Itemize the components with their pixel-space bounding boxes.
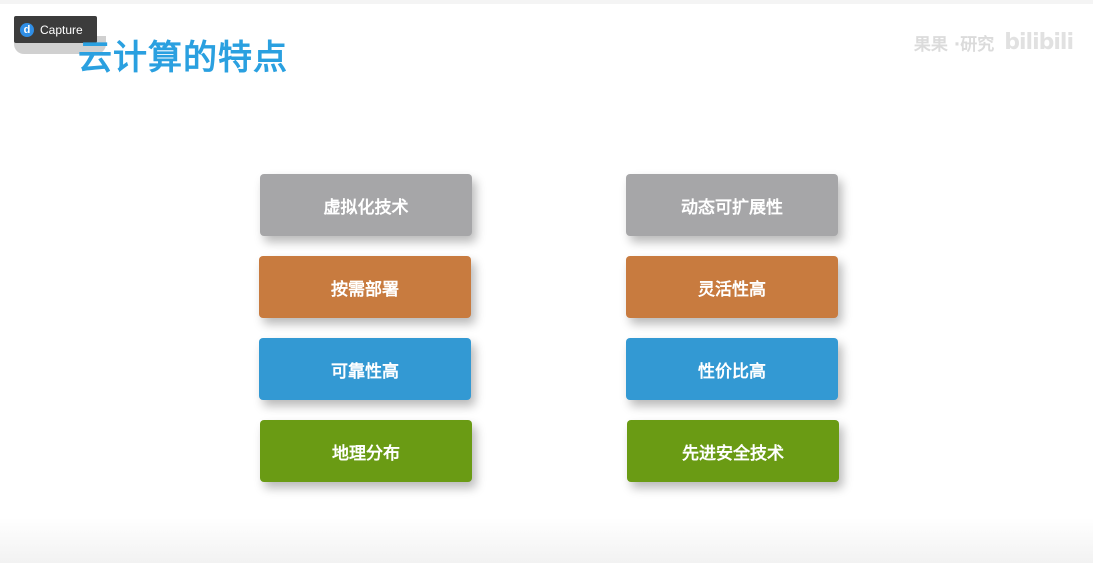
bilibili-logo-icon: bilibili [1004,30,1074,55]
capture-logo-icon: d [20,22,34,37]
feature-card-flexibility: 灵活性高 [626,256,838,318]
capture-label: Capture [40,22,83,37]
watermark-text: 果果 ·研究 [913,35,995,55]
page-title: 云计算的特点 [78,38,288,78]
feature-card-virtualization: 虚拟化技术 [260,174,472,236]
feature-card-geo-distribution: 地理分布 [260,420,472,482]
feature-card-cost-performance: 性价比高 [626,338,838,400]
feature-card-reliability: 可靠性高 [259,338,471,400]
watermark: 果果 ·研究 bilibili [913,30,1074,55]
feature-card-scalability: 动态可扩展性 [626,174,838,236]
slide: d Capture 云计算的特点 果果 ·研究 bilibili 虚拟化技术 按… [0,0,1093,563]
feature-card-on-demand: 按需部署 [259,256,471,318]
feature-card-security: 先进安全技术 [627,420,839,482]
top-divider [0,0,1093,4]
